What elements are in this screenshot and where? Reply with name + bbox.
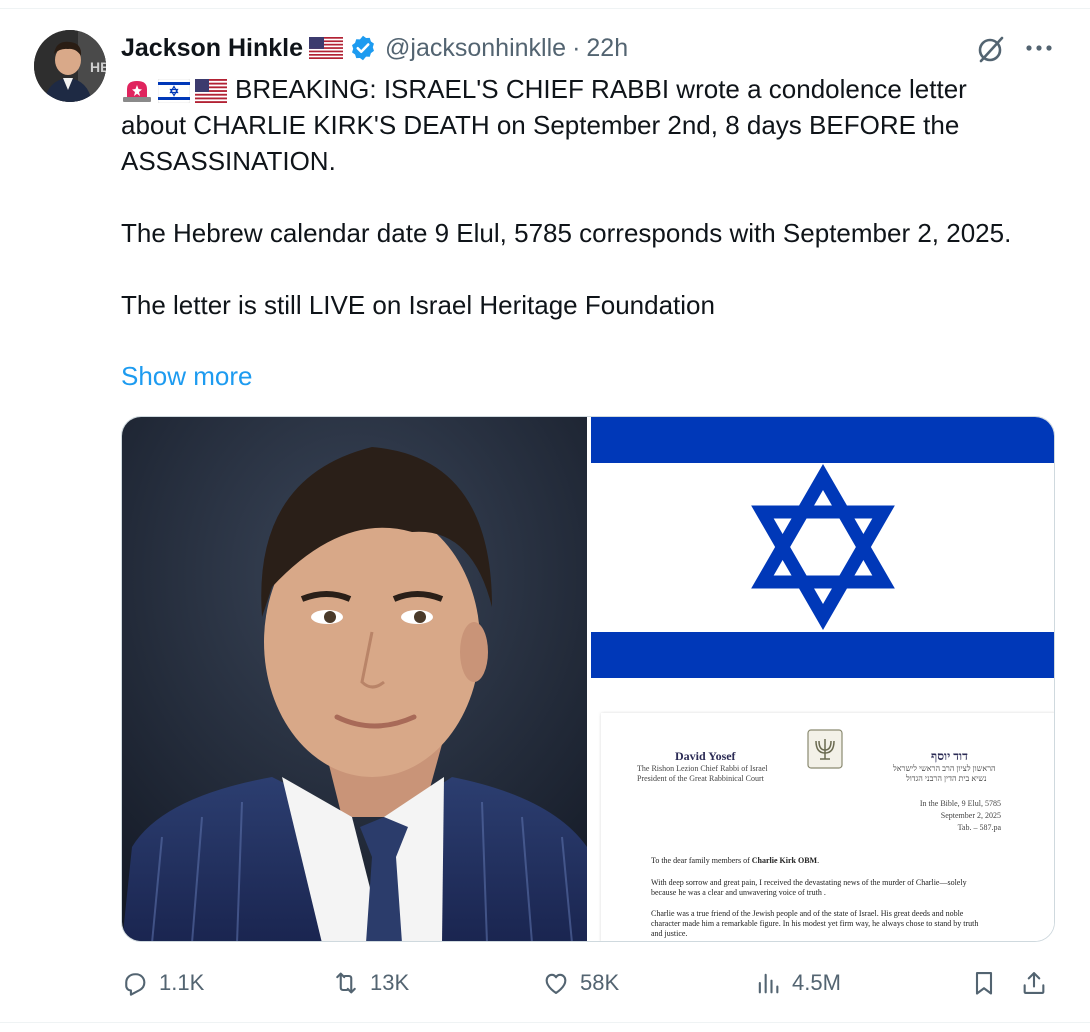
letter-hebrew-date: In the Bible, 9 Elul, 5785 [919, 799, 1001, 808]
share-icon [1023, 972, 1045, 994]
repost-button[interactable]: 13K [332, 965, 409, 1001]
display-name[interactable]: Jackson Hinkle [121, 34, 303, 63]
timestamp[interactable]: 22h [586, 34, 628, 63]
israel-emblem-icon [807, 729, 843, 769]
bookmark-icon [975, 972, 993, 995]
letter-author-title: The Rishon Lezion Chief Rabbi of Israel [637, 764, 768, 773]
retweet-icon [336, 972, 356, 994]
tweet-header: Jackson Hinkle @jacksonhinklle · 22h [121, 30, 628, 66]
like-button[interactable]: 58K [542, 965, 619, 1001]
reply-button[interactable]: 1.1K [121, 965, 204, 1001]
image-israel-flag-letter[interactable]: David Yosef The Rishon Lezion Chief Rabb… [591, 417, 1054, 941]
us-flag-icon [309, 37, 344, 59]
tweet-paragraph-3: The letter is still LIVE on Israel Herit… [121, 290, 715, 320]
letter-gregorian-date: September 2, 2025 [940, 811, 1001, 820]
emoji-row [121, 79, 227, 104]
letter-author-name: David Yosef [675, 749, 736, 763]
israel-flag-image [591, 417, 1054, 679]
views-button[interactable]: 4.5M [754, 965, 841, 1001]
us-flag-icon [195, 79, 227, 104]
tweet-text: BREAKING: ISRAEL'S CHIEF RABBI wrote a c… [121, 71, 1021, 323]
action-bar: 1.1K 13K 58K 4.5M [121, 965, 1055, 1001]
israel-flag-icon [158, 79, 190, 104]
letter-greeting: To the dear family members of Charlie Ki… [651, 856, 820, 865]
letter-hebrew-title: הראשון לציון הרב הראשי לישראל [893, 764, 996, 773]
media-grid[interactable]: David Yosef The Rishon Lezion Chief Rabb… [121, 416, 1055, 942]
views-icon [758, 973, 779, 994]
like-icon [545, 973, 567, 994]
condolence-letter: David Yosef The Rishon Lezion Chief Rabb… [601, 713, 1054, 941]
tweet-line-1: BREAKING: ISRAEL'S CHIEF RABBI wrote a c… [121, 74, 967, 176]
letter-hebrew-title-2: נשיא בית הדין הרבני הגדול [906, 774, 987, 783]
svg-text:HB: HB [90, 59, 106, 75]
like-count: 58K [580, 970, 620, 995]
tweet-paragraph-2: The Hebrew calendar date 9 Elul, 5785 co… [121, 218, 1012, 248]
tweet-paragraph-1: BREAKING: ISRAEL'S CHIEF RABBI wrote a c… [121, 71, 1021, 179]
handle[interactable]: @jacksonhinklle [385, 34, 566, 63]
letter-paragraph-1: With deep sorrow and great pain, I recei… [651, 878, 967, 897]
separator-dot: · [572, 33, 581, 62]
reply-count: 1.1K [159, 970, 205, 995]
more-icon[interactable] [1022, 36, 1056, 60]
show-more-link[interactable]: Show more [121, 358, 253, 394]
letter-author-title-2: President of the Great Rabbinical Court [637, 774, 764, 783]
view-count: 4.5M [792, 970, 841, 995]
divider [0, 8, 1090, 9]
siren-icon [123, 81, 151, 103]
bookmark-button[interactable] [970, 965, 998, 1001]
share-button[interactable] [1020, 965, 1048, 1001]
letter-hebrew-name: דוד יוסף [931, 749, 968, 763]
reply-icon [125, 973, 146, 996]
grok-icon[interactable] [974, 32, 1008, 66]
repost-count: 13K [370, 970, 410, 995]
letter-reference: Tab. – 587.pa [957, 823, 1001, 832]
tweet-card[interactable]: HB Jackson Hinkle @jacksonhinklle · 22h [0, 0, 1090, 1032]
verified-icon [352, 35, 374, 61]
letter-paragraph-2: Charlie was a true friend of the Jewish … [651, 909, 979, 938]
divider [0, 1022, 1090, 1023]
photo-charlie-kirk[interactable] [122, 417, 587, 941]
avatar[interactable]: HB [34, 30, 106, 102]
